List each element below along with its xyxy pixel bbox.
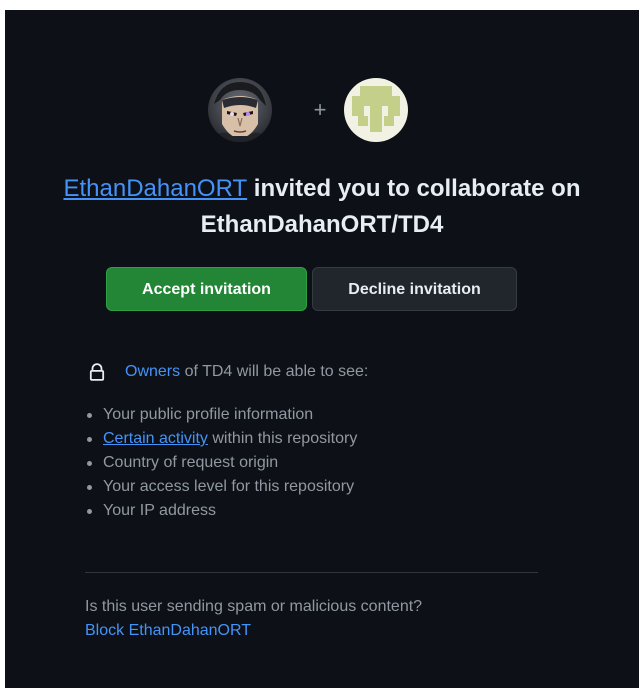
block-user-link[interactable]: Block EthanDahanORT: [85, 619, 251, 643]
certain-activity-link[interactable]: Certain activity: [103, 430, 208, 447]
decline-invitation-button[interactable]: Decline invitation: [312, 267, 517, 311]
inviter-username-link[interactable]: EthanDahanORT: [63, 175, 247, 202]
list-item: Your public profile information: [83, 403, 553, 427]
list-item-text: Your public profile information: [103, 406, 314, 423]
invitation-actions: Accept invitation Decline invitation: [5, 267, 639, 313]
repository-name: EthanDahanORT/TD4: [200, 211, 444, 239]
repository-avatar[interactable]: [344, 78, 408, 142]
list-item: Your IP address: [83, 499, 553, 523]
invitation-heading: EthanDahanORT invited you to collaborate…: [5, 171, 639, 243]
accept-invitation-button[interactable]: Accept invitation: [106, 267, 307, 311]
list-item: Country of request origin: [83, 451, 553, 475]
visibility-notice: Owners of TD4 will be able to see:: [88, 359, 548, 385]
visible-information-list: Your public profile information Certain …: [83, 403, 553, 523]
list-item: Certain activity within this repository: [83, 427, 553, 451]
invitation-message: invited you to collaborate on: [247, 175, 581, 203]
list-item-text: Country of request origin: [103, 454, 279, 471]
lock-icon: [89, 363, 105, 381]
list-item: Your access level for this repository: [83, 475, 553, 499]
section-divider: [85, 572, 538, 573]
list-item-text: Your IP address: [103, 502, 216, 519]
invitation-panel: + EthanDahanORT invited you to collabora…: [5, 10, 639, 688]
plus-separator: +: [313, 97, 327, 122]
visibility-description: of TD4 will be able to see:: [180, 363, 369, 380]
list-item-text: Your access level for this repository: [103, 478, 355, 495]
spam-question: Is this user sending spam or malicious c…: [85, 598, 423, 615]
inviter-avatar[interactable]: [208, 78, 272, 142]
avatar-row: +: [5, 78, 639, 142]
owners-link[interactable]: Owners: [125, 363, 180, 380]
visibility-text: Owners of TD4 will be able to see:: [125, 359, 368, 385]
list-item-text: within this repository: [207, 430, 358, 447]
